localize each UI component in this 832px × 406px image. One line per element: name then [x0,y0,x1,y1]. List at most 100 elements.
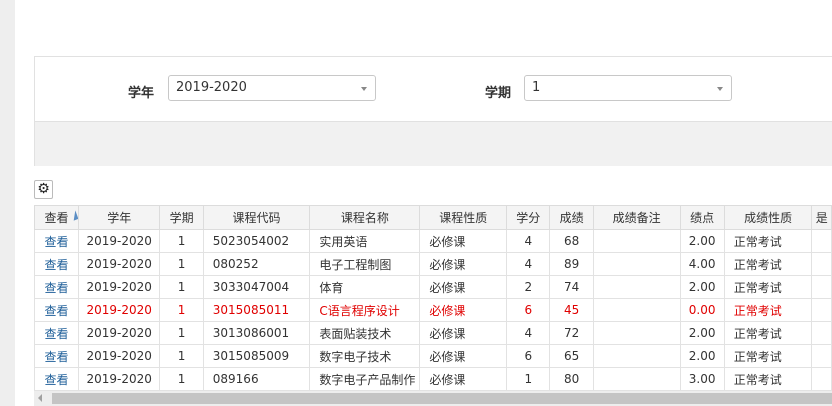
column-header[interactable]: 学年 [78,205,161,230]
cell-value: 2019-2020 [86,280,152,294]
arrow-left-icon[interactable] [38,394,42,402]
cell-value: 2019-2020 [86,372,152,386]
table-cell: 080252 [202,252,311,276]
table-cell: 必修课 [419,367,508,391]
sort-icon[interactable] [70,210,78,221]
table-cell: 89 [549,252,594,276]
table-cell: C语言程序设计 [309,298,421,322]
gear-icon: ⚙ [37,181,50,197]
table-cell: 查看 [34,252,80,276]
cell-value: 2019-2020 [86,326,152,340]
column-settings-button[interactable]: ⚙ [34,180,53,199]
view-link[interactable]: 查看 [45,350,69,364]
column-header[interactable]: 学期 [159,205,204,230]
cell-value: 正常考试 [733,372,782,387]
table-cell [811,275,832,299]
table-row: 查看 2019-2020 1 080252 电子工程制图 必修课 4 89 4.00 正常考试 [34,252,832,276]
table-cell: 1 [506,367,551,391]
column-header[interactable]: 课程名称 [309,205,421,230]
table-cell: 正常考试 [723,275,813,299]
table-cell: 正常考试 [723,321,813,345]
table-cell: 80 [549,367,594,391]
table-cell: 必修课 [419,321,508,345]
table-cell: 4 [506,321,551,345]
column-header-label: 课程名称 [340,211,389,225]
cell-value: 6 [524,349,533,363]
cell-value: 2.00 [688,326,716,340]
cell-value: 1 [177,303,186,317]
year-select[interactable]: 2019-2020 [168,75,376,101]
table-cell: 2019-2020 [78,252,161,276]
table-cell: 4 [506,229,551,253]
column-header[interactable]: 课程代码 [202,205,311,230]
view-link[interactable]: 查看 [45,258,69,272]
cell-value: 89 [564,257,580,271]
cell-value: 正常考试 [733,257,782,272]
chevron-down-icon [717,87,723,91]
cell-value: 45 [564,303,580,317]
column-header[interactable]: 是 [811,205,832,230]
term-select-value: 1 [532,80,541,95]
table-cell [811,298,832,322]
column-header[interactable]: 学分 [506,205,551,230]
table-cell [592,252,681,276]
table-cell: 正常考试 [723,298,813,322]
column-header-label: 成绩备注 [612,211,661,225]
table-cell: 必修课 [419,229,508,253]
view-link[interactable]: 查看 [45,304,69,318]
table-cell: 5023054002 [202,229,311,253]
cell-value: 65 [564,349,580,363]
chevron-down-icon [361,87,367,91]
table-cell: 2019-2020 [78,298,161,322]
table-cell: 2 [506,275,551,299]
cell-value: 2019-2020 [86,234,152,248]
table-cell: 2.00 [679,275,725,299]
table-cell: 必修课 [419,298,508,322]
table-cell: 1 [159,367,204,391]
table-cell: 2019-2020 [78,367,161,391]
table-cell [592,275,681,299]
view-link[interactable]: 查看 [45,373,69,387]
cell-value: 6 [524,303,533,317]
table-row: 查看 2019-2020 1 3033047004 体育 必修课 2 74 2.00 正常考试 [34,275,832,299]
view-link[interactable]: 查看 [45,235,69,249]
table-cell: 查看 [34,344,80,368]
table-cell: 1 [159,298,204,322]
column-header[interactable]: 绩点 [679,205,725,230]
column-header-label: 学分 [516,211,541,225]
cell-value: 正常考试 [733,280,782,295]
cell-value: 3033047004 [212,280,290,294]
cell-value: 正常考试 [733,234,782,249]
table-cell: 45 [549,298,594,322]
table-cell: 1 [159,229,204,253]
scrollbar-thumb[interactable] [52,393,832,404]
cell-value: 必修课 [429,280,466,295]
cell-value: 必修课 [429,303,466,318]
filter-panel-footer [35,121,832,166]
cell-value: 正常考试 [733,303,782,318]
cell-value: 1 [524,372,533,386]
table-cell: 089166 [202,367,311,391]
cell-value: 必修课 [429,326,466,341]
cell-value: C语言程序设计 [319,303,400,318]
table-cell: 4.00 [679,252,725,276]
table-header-row: 查看 学年 学期 课程代码 课程名称 课程性质 学分 成绩 成绩备注 绩点 成绩性质 是 [34,205,832,230]
cell-value: 72 [564,326,580,340]
table-cell: 表面贴装技术 [309,321,421,345]
column-header[interactable]: 查看 [34,205,80,230]
table-cell [811,321,832,345]
column-header[interactable]: 成绩备注 [592,205,681,230]
column-header[interactable]: 课程性质 [419,205,508,230]
view-link[interactable]: 查看 [45,281,69,295]
column-header[interactable]: 成绩 [549,205,594,230]
term-select[interactable]: 1 [524,75,732,101]
horizontal-scrollbar[interactable] [34,391,832,406]
column-header[interactable]: 成绩性质 [723,205,813,230]
table-row: 查看 2019-2020 1 3013086001 表面贴装技术 必修课 4 72 2.00 正常… [34,321,832,345]
table-cell: 查看 [34,321,80,345]
table-cell: 6 [506,298,551,322]
view-link[interactable]: 查看 [45,327,69,341]
table-row: 查看 2019-2020 1 3015085011 C语言程序设计 必修课 6 45 0.00 正… [34,298,832,322]
table-cell: 2019-2020 [78,229,161,253]
cell-value: 4 [524,257,533,271]
